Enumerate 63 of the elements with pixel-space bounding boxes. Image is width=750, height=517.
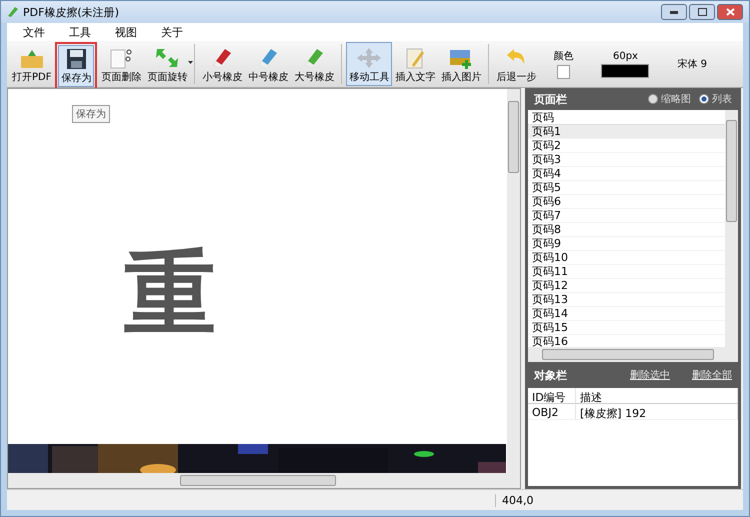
move-arrows-icon [356,47,382,69]
page-list-item[interactable]: 页码4 [528,167,725,181]
page-list-item[interactable]: 页码5 [528,181,725,195]
close-button[interactable] [717,4,743,20]
size-label: 60px [612,50,638,62]
panel-title: 页面栏 [534,92,567,106]
minimize-icon [670,10,678,14]
arrows-icon [154,47,180,69]
view-radio[interactable]: 列表 [699,92,732,106]
vertical-scrollbar[interactable] [725,110,738,347]
font-label[interactable]: 宋体 9 [677,57,708,71]
toolbar-button[interactable]: 大号橡皮 [291,42,338,86]
scissors-page-icon [108,47,134,69]
toolbar-button[interactable]: 打开PDF [9,42,54,86]
page-list-item[interactable]: 页码1 [528,125,725,139]
toolbar-button[interactable]: 小号橡皮 [199,42,246,86]
status-text: 404,0 [495,494,572,506]
toolbar-button[interactable]: 中号橡皮 [245,42,292,86]
view-radio[interactable]: 缩略图 [648,92,691,106]
column-header: 描述 [576,388,738,404]
size-swatch[interactable] [601,64,650,78]
page-list-item[interactable]: 页码8 [528,223,725,237]
horizontal-scrollbar[interactable] [528,347,738,362]
page-list-item[interactable]: 页码11 [528,265,725,279]
page-list-item[interactable]: 页码15 [528,321,725,335]
menu-item[interactable]: 视图 [103,24,149,40]
eraser-icon [7,6,19,18]
page-list-item[interactable]: 页码9 [528,237,725,251]
panel-link[interactable]: 删除选中 [630,368,670,382]
page-list-item[interactable]: 页码2 [528,139,725,153]
page-list-item[interactable]: 页码7 [528,209,725,223]
menu-item[interactable]: 关于 [149,24,195,40]
maximize-button[interactable] [689,4,715,20]
menu-item[interactable]: 工具 [57,24,103,40]
toolbar-button[interactable]: 插入文字 [392,42,438,86]
page-list-item[interactable]: 页码10 [528,251,725,265]
toolbar-button[interactable]: 保存为 [58,45,94,87]
toolbar-button[interactable]: 插入图片 [438,42,484,86]
maximize-icon [698,8,706,16]
vertical-scrollbar[interactable] [507,89,520,473]
window-title: PDF橡皮擦(未注册) [23,4,120,20]
table-cell: [橡皮擦] 192 [576,404,738,420]
panel-title: 对象栏 [534,368,567,382]
column-header: ID编号 [528,388,576,404]
page-list-item[interactable]: 页码13 [528,293,725,307]
toolbar-button[interactable]: 移动工具 [346,42,392,86]
tooltip: 保存为 [72,105,110,123]
toolbar-button[interactable]: 页面旋转 [144,42,190,86]
table-cell: OBJ2 [528,404,576,420]
color-label: 颜色 [553,50,574,63]
page-list-item[interactable]: 页码6 [528,195,725,209]
page-list-item[interactable]: 页码14 [528,307,725,321]
minimize-button[interactable] [661,4,687,20]
horizontal-scrollbar[interactable] [8,473,520,488]
toolbar-button[interactable]: 后退一步 [493,42,540,86]
toolbar-button[interactable]: 页面删除 [98,42,144,86]
close-icon [726,8,734,16]
page-text: 重 [124,247,216,339]
panel-link[interactable]: 删除全部 [692,368,732,382]
color-swatch[interactable] [556,65,570,79]
menu-item[interactable]: 文件 [11,24,57,40]
page-list-item[interactable]: 页码3 [528,153,725,167]
page-list-item[interactable]: 页码12 [528,279,725,293]
